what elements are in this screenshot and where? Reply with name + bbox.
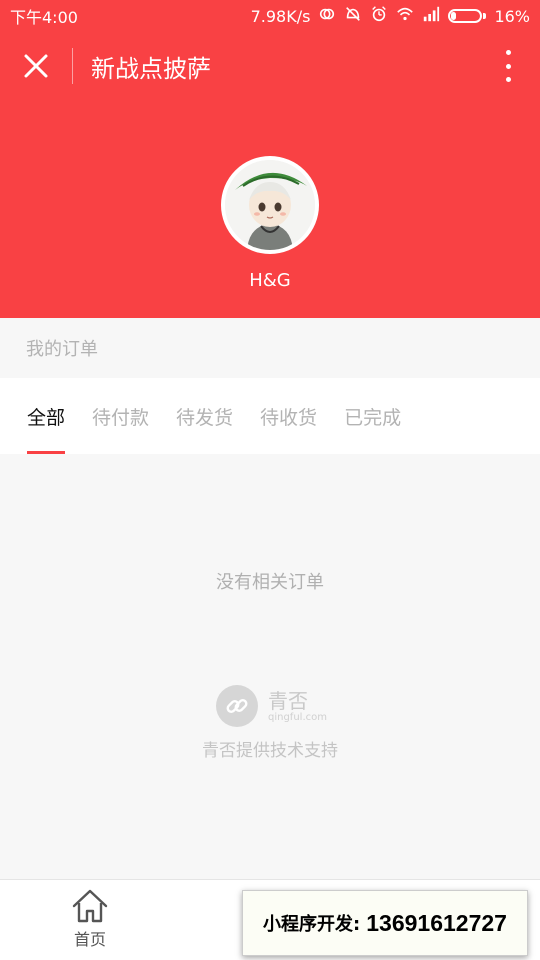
page-title: 新战点披萨 [91, 55, 211, 83]
empty-orders-message: 没有相关订单 [216, 572, 324, 593]
avatar[interactable] [221, 156, 319, 254]
more-vertical-icon [505, 50, 511, 55]
tab-all[interactable]: 全部 [27, 378, 66, 454]
sync-icon [318, 5, 336, 27]
brand-support-text: 青否提供技术支持 [202, 741, 338, 761]
tab-completed[interactable]: 已完成 [344, 378, 401, 454]
status-bar: 下午4:00 7.98K/s 16% [0, 0, 540, 32]
order-tabs: 全部 待付款 待发货 待收货 已完成 [0, 378, 540, 454]
signal-icon [422, 5, 440, 27]
more-button[interactable] [498, 50, 518, 82]
username: H&G [249, 270, 291, 291]
tabbar-home-label: 首页 [73, 930, 106, 949]
promo-label: 小程序开发: [263, 914, 361, 935]
promo-phone: 13691612727 [366, 909, 507, 936]
status-time: 下午4:00 [10, 8, 78, 27]
battery-icon [448, 9, 487, 23]
network-speed: 7.98K/s [250, 6, 311, 26]
close-icon [24, 54, 48, 78]
battery-percent: 16% [494, 6, 530, 26]
nav-bar: 新战点披萨 [0, 32, 540, 100]
home-icon [72, 889, 108, 923]
avatar-image [225, 160, 315, 250]
alarm-icon [370, 5, 388, 27]
profile-header: 新战点披萨 H&G [0, 32, 540, 318]
tabbar-home[interactable]: 首页 [50, 888, 130, 950]
tab-pending-shipment[interactable]: 待发货 [176, 378, 233, 454]
brand-domain: qingful.com [268, 711, 327, 723]
wifi-icon [396, 5, 414, 27]
orders-section-label: 我的订单 [0, 318, 540, 378]
tab-pending-payment[interactable]: 待付款 [92, 378, 149, 454]
alarm-off-icon [344, 5, 362, 27]
close-button[interactable] [0, 32, 72, 100]
tab-pending-receipt[interactable]: 待收货 [260, 378, 317, 454]
nav-divider [72, 48, 73, 84]
promo-banner[interactable]: 小程序开发: 13691612727 [242, 890, 528, 956]
link-icon [216, 685, 258, 727]
brand-logo: 青否 qingful.com [216, 685, 327, 727]
brand-name: 青否 [268, 688, 308, 713]
